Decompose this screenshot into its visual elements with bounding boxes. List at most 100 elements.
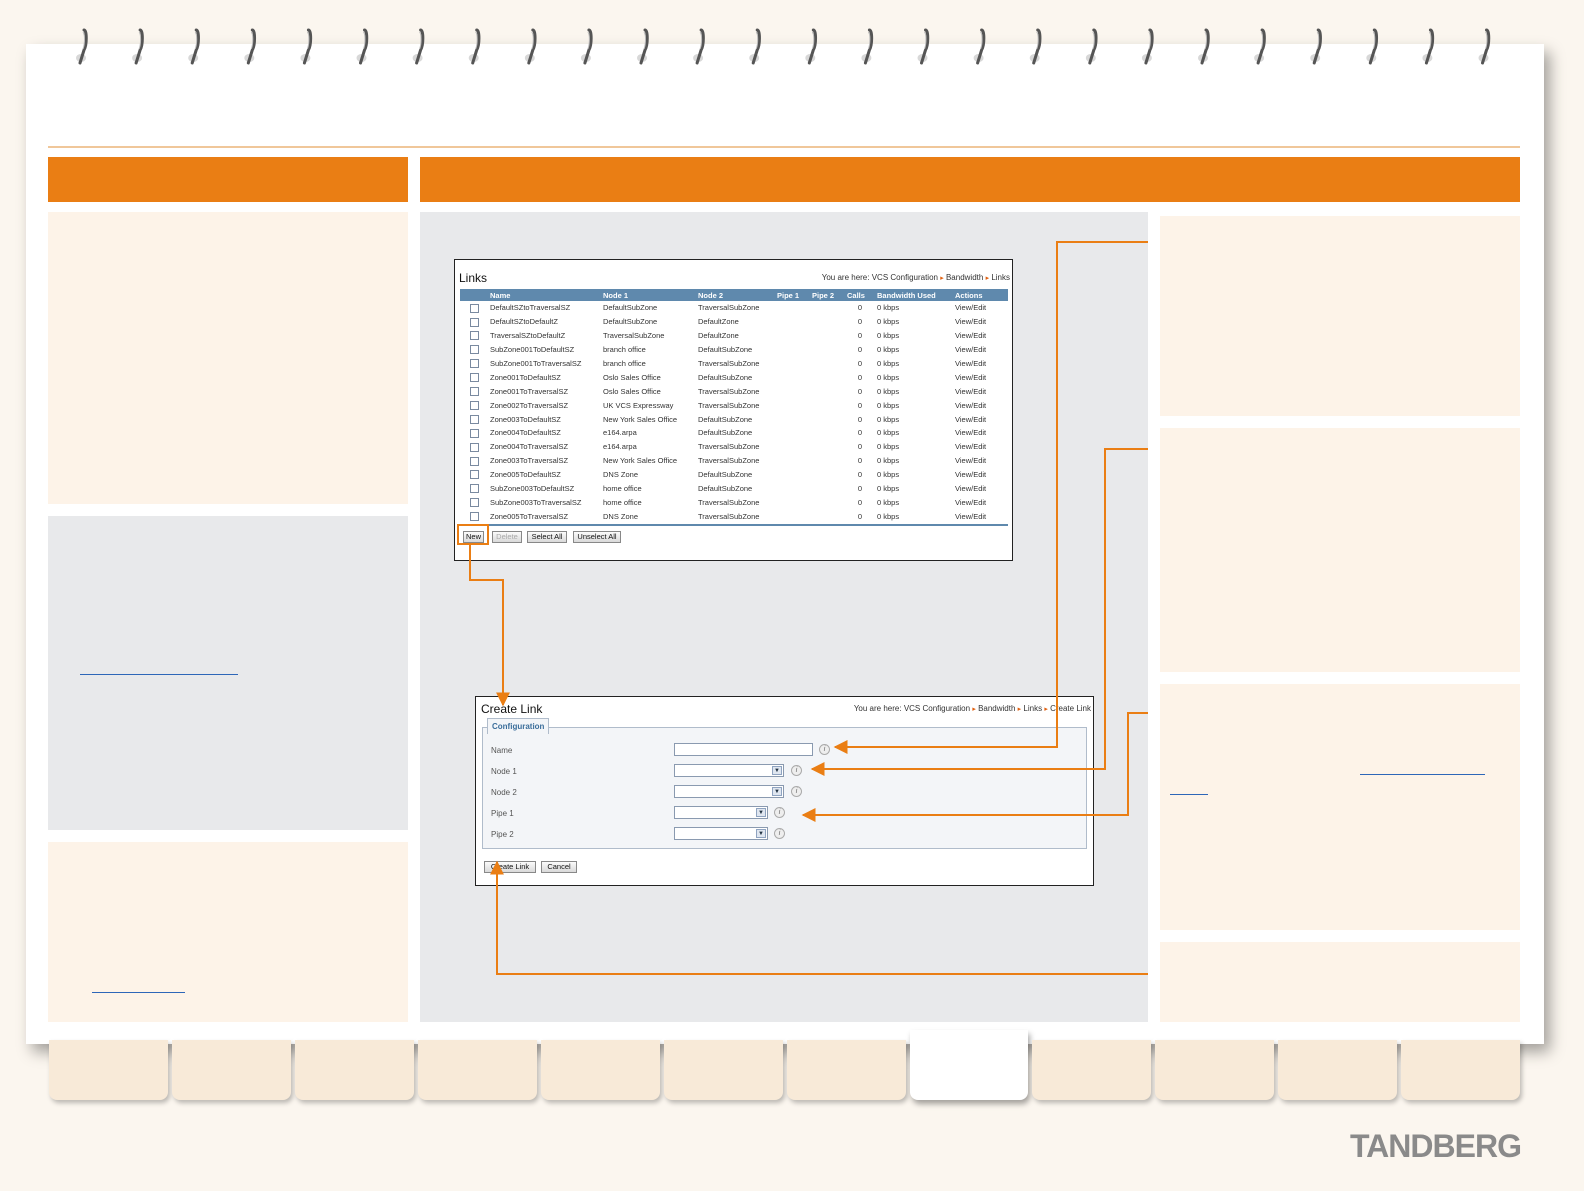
- breadcrumb-item[interactable]: Bandwidth: [946, 273, 983, 282]
- table-cell: [775, 343, 810, 357]
- view-edit-link[interactable]: View/Edit: [953, 301, 1008, 315]
- row-checkbox[interactable]: [469, 345, 479, 355]
- node2-select[interactable]: ▼: [674, 785, 784, 798]
- reference-link-3b[interactable]: [1170, 794, 1208, 795]
- row-checkbox[interactable]: [469, 428, 479, 438]
- row-checkbox-cell: [460, 509, 488, 523]
- section-tab[interactable]: [1278, 1040, 1397, 1100]
- view-edit-link[interactable]: View/Edit: [953, 329, 1008, 343]
- breadcrumb-item[interactable]: Links: [991, 273, 1010, 282]
- row-checkbox[interactable]: [469, 470, 479, 480]
- view-edit-link[interactable]: View/Edit: [953, 384, 1008, 398]
- section-tab-active[interactable]: [910, 1030, 1028, 1100]
- column-header[interactable]: Node 2: [696, 289, 775, 301]
- column-header[interactable]: Calls: [845, 289, 875, 301]
- column-header[interactable]: Pipe 2: [810, 289, 845, 301]
- section-tab[interactable]: [664, 1040, 783, 1100]
- row-checkbox[interactable]: [469, 400, 479, 410]
- row-checkbox[interactable]: [469, 456, 479, 466]
- view-edit-link[interactable]: View/Edit: [953, 412, 1008, 426]
- info-icon[interactable]: i: [774, 828, 785, 839]
- view-edit-link[interactable]: View/Edit: [953, 440, 1008, 454]
- chevron-down-icon[interactable]: ▼: [756, 808, 766, 817]
- row-checkbox[interactable]: [469, 303, 479, 313]
- window-title: Links: [459, 271, 488, 285]
- row-checkbox[interactable]: [469, 317, 479, 327]
- table-cell: DefaultSubZone: [603, 317, 658, 327]
- view-edit-link[interactable]: View/Edit: [953, 495, 1008, 509]
- reference-link[interactable]: [80, 674, 238, 675]
- name-input[interactable]: [674, 743, 813, 756]
- row-checkbox[interactable]: [469, 331, 479, 341]
- view-edit-link[interactable]: View/Edit: [953, 398, 1008, 412]
- breadcrumb-item[interactable]: VCS Configuration: [904, 704, 970, 713]
- chevron-down-icon[interactable]: ▼: [756, 829, 766, 838]
- breadcrumb-item[interactable]: Bandwidth: [978, 704, 1015, 713]
- view-edit-link[interactable]: View/Edit: [953, 509, 1008, 523]
- row-checkbox[interactable]: [469, 387, 479, 397]
- table-row: Zone001ToDefaultSZ Oslo Sales Office Defau…: [460, 370, 1008, 384]
- pipe2-select[interactable]: ▼: [674, 827, 768, 840]
- section-tab[interactable]: [1155, 1040, 1274, 1100]
- table-cell: [775, 426, 810, 440]
- table-cell: SubZone003ToTraversalSZ: [490, 497, 582, 507]
- cancel-button[interactable]: Cancel: [541, 861, 577, 873]
- section-tab[interactable]: [172, 1040, 291, 1100]
- row-checkbox[interactable]: [469, 512, 479, 522]
- table-cell: Zone001ToTraversalSZ: [490, 386, 569, 396]
- table-cell: [775, 468, 810, 482]
- table-cell: Zone004ToDefaultSZ: [490, 428, 561, 438]
- row-checkbox[interactable]: [469, 498, 479, 508]
- pipe1-select[interactable]: ▼: [674, 806, 768, 819]
- delete-button[interactable]: Delete: [492, 531, 522, 543]
- section-tab[interactable]: [541, 1040, 660, 1100]
- view-edit-link[interactable]: View/Edit: [953, 426, 1008, 440]
- info-icon[interactable]: i: [791, 765, 802, 776]
- row-checkbox-cell: [460, 482, 488, 496]
- view-edit-link[interactable]: View/Edit: [953, 357, 1008, 371]
- chevron-down-icon[interactable]: ▼: [772, 766, 782, 775]
- breadcrumb-item[interactable]: VCS Configuration: [872, 273, 938, 282]
- section-tab[interactable]: [787, 1040, 906, 1100]
- info-icon[interactable]: i: [819, 744, 830, 755]
- row-checkbox[interactable]: [469, 484, 479, 494]
- section-tab[interactable]: [418, 1040, 537, 1100]
- column-header[interactable]: Bandwidth Used: [875, 289, 953, 301]
- view-edit-link[interactable]: View/Edit: [953, 468, 1008, 482]
- view-edit-link[interactable]: View/Edit: [953, 454, 1008, 468]
- table-header-row: Name Node 1 Node 2 Pipe 1 Pipe 2 Calls B…: [460, 289, 1008, 301]
- info-icon[interactable]: i: [791, 786, 802, 797]
- row-checkbox[interactable]: [469, 414, 479, 424]
- view-edit-link[interactable]: View/Edit: [953, 343, 1008, 357]
- column-header[interactable]: Name: [488, 289, 601, 301]
- section-tab[interactable]: [1401, 1040, 1520, 1100]
- unselect-all-button[interactable]: Unselect All: [573, 531, 621, 543]
- section-tab[interactable]: [1032, 1040, 1151, 1100]
- table-cell: DefaultSZtoDefaultZ: [490, 317, 558, 327]
- view-edit-link[interactable]: View/Edit: [953, 370, 1008, 384]
- node1-select[interactable]: ▼: [674, 764, 784, 777]
- breadcrumb-item[interactable]: Links: [1023, 704, 1042, 713]
- select-column-header: [460, 289, 488, 301]
- column-header[interactable]: Pipe 1: [775, 289, 810, 301]
- row-checkbox[interactable]: [469, 442, 479, 452]
- table-cell: [775, 384, 810, 398]
- table-cell: [810, 468, 845, 482]
- select-all-button[interactable]: Select All: [527, 531, 567, 543]
- reference-link-3[interactable]: [1360, 774, 1485, 775]
- section-tab[interactable]: [295, 1040, 414, 1100]
- table-cell: 0 kbps: [877, 400, 900, 410]
- section-tab[interactable]: [49, 1040, 168, 1100]
- create-link-button[interactable]: Create Link: [484, 861, 536, 873]
- view-edit-link[interactable]: View/Edit: [953, 315, 1008, 329]
- row-checkbox[interactable]: [469, 373, 479, 383]
- row-checkbox[interactable]: [469, 359, 479, 369]
- reference-link-2[interactable]: [92, 992, 185, 993]
- table-row: SubZone003ToDefaultSZ home office DefaultS…: [460, 482, 1008, 496]
- column-header[interactable]: Node 1: [601, 289, 696, 301]
- view-edit-link[interactable]: View/Edit: [953, 482, 1008, 496]
- row-checkbox-cell: [460, 384, 488, 398]
- table-cell: [810, 343, 845, 357]
- info-icon[interactable]: i: [774, 807, 785, 818]
- chevron-down-icon[interactable]: ▼: [772, 787, 782, 796]
